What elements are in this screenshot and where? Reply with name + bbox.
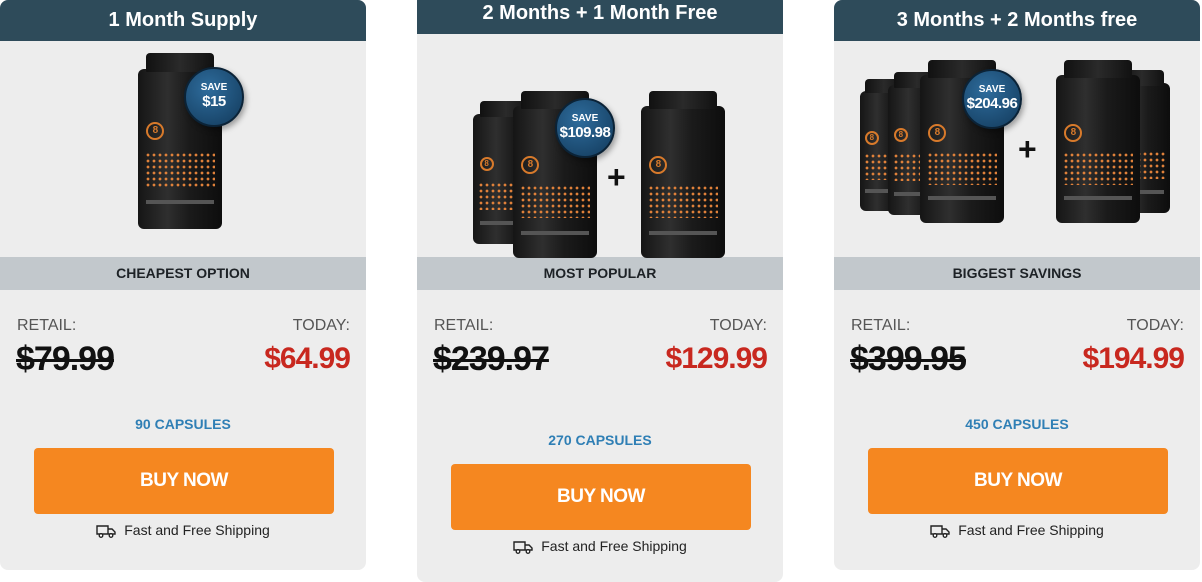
today-label: TODAY: <box>1126 317 1184 334</box>
card-title: 1 Month Supply <box>0 0 366 41</box>
shipping-info: Fast and Free Shipping <box>834 522 1200 539</box>
delivery-truck-icon <box>96 525 116 538</box>
today-label: TODAY: <box>709 317 767 334</box>
pricing-card-3-months: 3 Months + 2 Months free 8 8 8 SAVE $204… <box>834 0 1200 570</box>
delivery-truck-icon <box>930 525 950 538</box>
product-image: 8 SAVE $15 <box>0 41 366 257</box>
save-badge: SAVE $109.98 <box>555 98 615 158</box>
retail-price: $239.97 <box>433 340 550 378</box>
buy-now-button[interactable]: BUY NOW <box>451 464 751 530</box>
product-bottle-free: 8 <box>1056 60 1140 223</box>
plus-sign: + <box>1018 131 1037 167</box>
pricing-card-1-month: 1 Month Supply 8 SAVE $15 CHEAPEST OPTIO… <box>0 0 366 570</box>
plan-label: CHEAPEST OPTION <box>0 257 366 290</box>
shipping-text: Fast and Free Shipping <box>541 538 687 554</box>
shipping-info: Fast and Free Shipping <box>417 538 783 555</box>
pricing-card-2-months: 2 Months + 1 Month Free 8 8 SAVE $109.98… <box>417 0 783 582</box>
save-badge: SAVE $204.96 <box>962 69 1022 129</box>
retail-price: $399.95 <box>850 340 967 378</box>
buy-now-button[interactable]: BUY NOW <box>34 448 334 514</box>
today-price: $64.99 <box>264 342 351 375</box>
capsule-count: 90 CAPSULES <box>135 416 231 432</box>
today-label: TODAY: <box>292 317 350 334</box>
today-price: $194.99 <box>1082 342 1185 375</box>
save-badge: SAVE $15 <box>184 67 244 127</box>
product-bottle-free: 8 <box>641 90 725 258</box>
delivery-truck-icon <box>513 541 533 554</box>
retail-label: RETAIL: <box>851 317 911 334</box>
capsule-count: 270 CAPSULES <box>548 432 652 448</box>
buy-now-button[interactable]: BUY NOW <box>868 448 1168 514</box>
product-image: 8 8 8 SAVE $204.96 + 8 8 <box>834 41 1200 257</box>
product-image: 8 8 SAVE $109.98 + 8 <box>417 34 783 258</box>
plus-sign: + <box>607 159 626 195</box>
card-title: 3 Months + 2 Months free <box>834 0 1200 41</box>
retail-label: RETAIL: <box>434 317 494 334</box>
shipping-info: Fast and Free Shipping <box>0 522 366 539</box>
plan-label: MOST POPULAR <box>417 257 783 290</box>
shipping-text: Fast and Free Shipping <box>124 522 270 538</box>
retail-price: $79.99 <box>16 340 115 378</box>
capsule-count: 450 CAPSULES <box>965 416 1069 432</box>
retail-label: RETAIL: <box>17 317 77 334</box>
shipping-text: Fast and Free Shipping <box>958 522 1104 538</box>
plan-label: BIGGEST SAVINGS <box>834 257 1200 290</box>
today-price: $129.99 <box>665 342 768 375</box>
card-title: 2 Months + 1 Month Free <box>417 0 783 34</box>
